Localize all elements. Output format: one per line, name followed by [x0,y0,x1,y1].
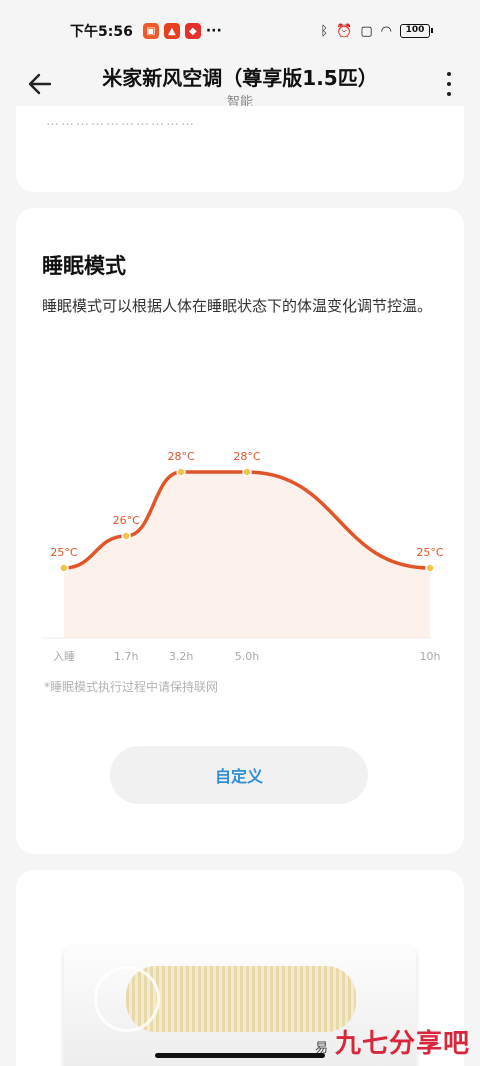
x-tick-label: 3.2h [169,650,193,663]
curve-point [425,563,435,573]
point-label: 28°C [168,450,195,463]
curve-point [242,467,252,477]
sleep-mode-note: *睡眠模式执行过程中请保持联网 [44,680,219,694]
notification-app-icon: ▲ [163,23,180,39]
watermark-logo: 易九七分享吧 [314,1029,470,1059]
curve-fill-area [64,472,430,638]
sleep-mode-description: 睡眠模式可以根据人体在睡眠状态下的体温变化调节控温。 [42,297,433,315]
x-tick-label: 5.0h [235,650,259,663]
x-tick-label: 1.7h [114,650,138,663]
sleep-mode-card: 睡眠模式 睡眠模式可以根据人体在睡眠状态下的体温变化调节控温。 25°C 26°C… [16,208,464,854]
previous-feature-card: ………………………… [16,106,464,192]
x-tick-label: 10h [420,650,441,663]
app-screen: 下午5:56 ▣ ▲ ◆ ··· ᛒ ⏰ ▢ ◠ 100 米家新风空调（尊享版1… [0,0,480,1066]
sleep-mode-title: 睡眠模式 [42,254,126,278]
customize-button[interactable]: 自定义 [110,746,368,804]
battery-icon: 100 [400,24,433,38]
curve-point [176,467,186,477]
home-indicator[interactable] [155,1053,325,1058]
curve-point [121,531,131,541]
point-label: 28°C [233,450,260,463]
point-label: 26°C [113,514,140,527]
page-title: 米家新风空调（尊享版1.5匹） [102,66,378,90]
curve-point [59,563,69,573]
faded-text: ………………………… [46,114,196,129]
notification-app-icon: ▣ [142,23,159,39]
status-bar: 下午5:56 ▣ ▲ ◆ ··· ᛒ ⏰ ▢ ◠ 100 [0,0,480,62]
alarm-icon: ⏰ [336,23,353,39]
more-notifications-icon: ··· [205,23,222,39]
screen-icon: ▢ [360,23,373,39]
wifi-icon: ◠ [380,23,392,39]
light-ring-graphic [94,966,160,1032]
point-label: 25°C [416,546,443,559]
point-label: 25°C [50,546,77,559]
more-menu-icon[interactable] [444,72,454,96]
x-tick-label: 入睡 [53,650,75,663]
notification-app-icon: ◆ [184,23,201,39]
status-time: 下午5:56 [70,24,133,40]
sleep-curve-chart: 25°C 26°C 28°C 28°C 25°C 入睡 1.7h 3.2h 5.0h 10h [42,450,444,663]
bluetooth-icon: ᛒ [320,23,329,39]
